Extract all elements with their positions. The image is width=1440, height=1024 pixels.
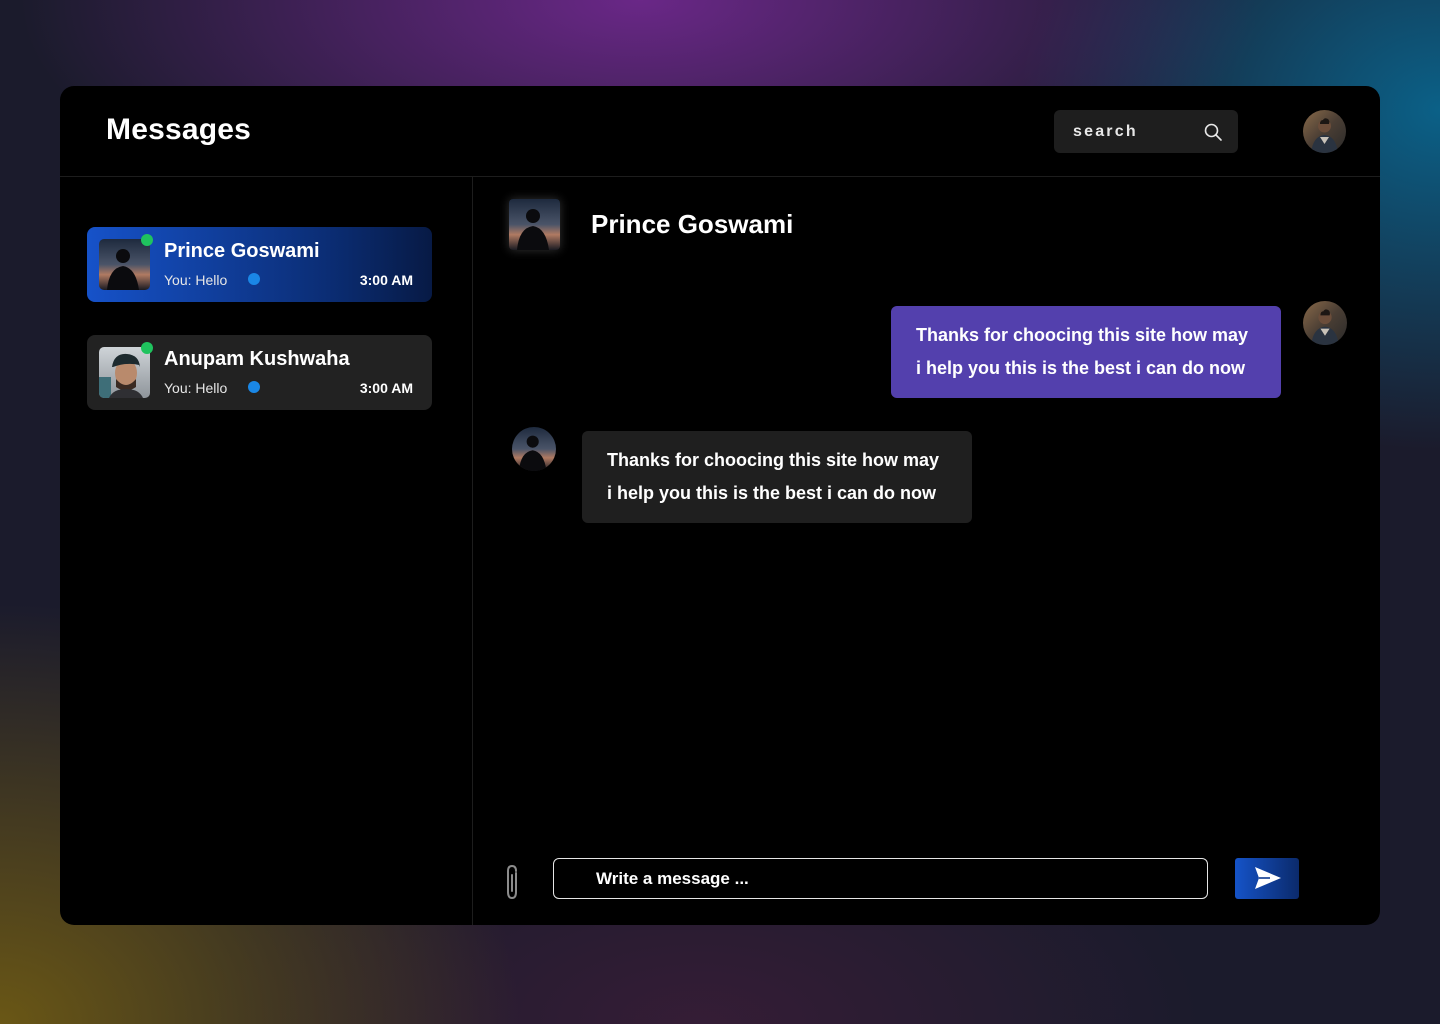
- search-box[interactable]: [1054, 110, 1238, 153]
- conversation-item-anupam-kushwaha[interactable]: Anupam Kushwaha You: Hello 3:00 AM: [87, 335, 432, 410]
- last-message-time: 3:00 AM: [359, 380, 413, 396]
- chat-contact-name: Prince Goswami: [591, 209, 794, 239]
- top-bar: Messages: [60, 86, 1380, 177]
- message-bubble-outgoing: Thanks for choocing this site how may i …: [891, 306, 1281, 398]
- send-icon: [1255, 867, 1281, 889]
- recipient-avatar: [512, 427, 556, 471]
- message-input[interactable]: [553, 858, 1208, 899]
- search-input[interactable]: [1054, 110, 1194, 153]
- conversation-list: Prince Goswami You: Hello 3:00 AM Anupam…: [60, 177, 473, 925]
- user-avatar[interactable]: [1303, 110, 1346, 153]
- unread-indicator: [248, 381, 260, 393]
- send-button[interactable]: [1235, 858, 1299, 899]
- online-indicator: [141, 234, 153, 246]
- last-message-preview: You: Hello: [164, 380, 228, 396]
- chat-contact-avatar[interactable]: [509, 199, 560, 250]
- page-title: Messages: [106, 113, 252, 146]
- contact-name: Prince Goswami: [164, 240, 320, 262]
- contact-avatar: [99, 347, 150, 398]
- messages-window: Messages search Prince Goswami You: Hell…: [60, 86, 1380, 925]
- chat-panel: Prince Goswami Thanks for choocing this …: [474, 177, 1380, 925]
- online-indicator: [141, 342, 153, 354]
- message-bubble-incoming: Thanks for choocing this site how may i …: [582, 431, 972, 523]
- search-icon[interactable]: [1203, 122, 1223, 142]
- contact-name: Anupam Kushwaha: [164, 348, 350, 370]
- unread-indicator: [248, 273, 260, 285]
- sender-avatar: [1303, 301, 1347, 345]
- last-message-preview: You: Hello: [164, 272, 228, 288]
- contact-avatar: [99, 239, 150, 290]
- last-message-time: 3:00 AM: [359, 272, 413, 288]
- conversation-item-prince-goswami[interactable]: Prince Goswami You: Hello 3:00 AM: [87, 227, 432, 302]
- paperclip-icon[interactable]: [501, 863, 523, 901]
